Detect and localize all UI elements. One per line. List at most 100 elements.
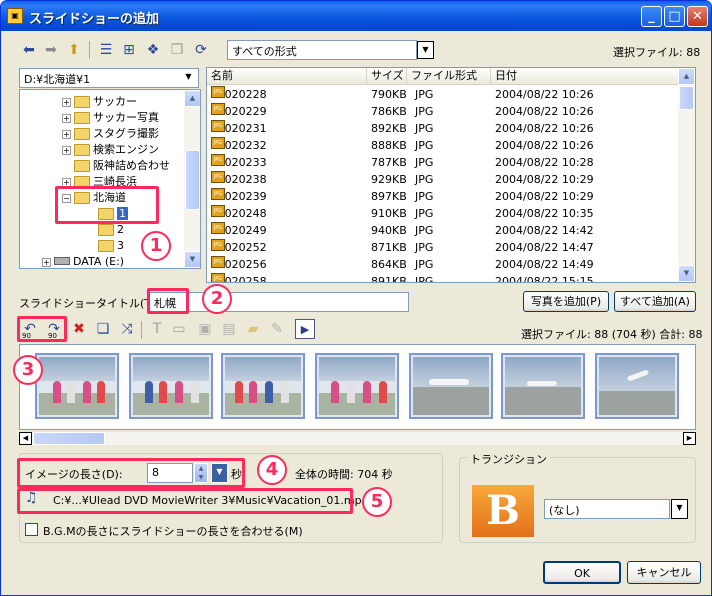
add-photo-button[interactable]: 写真を追加(P) — [523, 291, 609, 312]
tree-item-data-drive[interactable]: + DATA (E:) — [42, 254, 124, 268]
play-icon[interactable]: ▶ — [295, 319, 315, 339]
cell-size-text: 790KB — [371, 88, 407, 101]
delete-icon[interactable]: ✖ — [69, 319, 89, 339]
expand-icon[interactable]: + — [42, 257, 51, 267]
cell-date: 2004/08/22 10:26 — [495, 137, 594, 154]
table-row[interactable]: JPG P1020248 910KB JPG 2004/08/22 10:35 — [207, 205, 677, 222]
crop-icon[interactable]: ▣ — [195, 319, 215, 339]
cell-size-text: 787KB — [371, 156, 407, 169]
table-row[interactable]: JPG P1020238 929KB JPG 2004/08/22 10:29 — [207, 171, 677, 188]
view-thumbnail-icon[interactable]: ❖ — [143, 40, 163, 60]
cell-date: 2004/08/22 14:42 — [495, 222, 594, 239]
forward-arrow-icon[interactable]: ➡ — [41, 40, 61, 60]
scroll-up-icon[interactable]: ▲ — [678, 68, 695, 85]
table-row[interactable]: JPG P1020232 888KB JPG 2004/08/22 10:26 — [207, 137, 677, 154]
expand-icon[interactable]: + — [62, 97, 71, 107]
slide-thumbnail[interactable] — [315, 353, 399, 419]
column-header-name[interactable]: 名前 — [207, 68, 367, 85]
table-row[interactable]: JPG P1020258 891KB JPG 2004/08/22 15:15 — [207, 273, 677, 282]
slide-thumbnail[interactable] — [35, 353, 119, 419]
slide-thumbnail[interactable] — [221, 353, 305, 419]
pan-zoom-icon[interactable]: ✎ — [267, 319, 287, 339]
tree-item-soccer[interactable]: + サッカー — [62, 94, 137, 110]
view-list-icon[interactable]: ☰ — [96, 40, 116, 60]
slide-thumbnail[interactable] — [501, 353, 585, 419]
up-folder-icon[interactable]: ⬆ — [64, 40, 84, 60]
expand-icon[interactable]: + — [62, 145, 71, 155]
column-header-size[interactable]: サイズ — [367, 68, 407, 85]
cancel-button[interactable]: キャンセル — [627, 561, 701, 584]
view-tree-icon[interactable]: ⊞ — [119, 40, 139, 60]
file-list[interactable]: 名前 サイズ ファイル形式 日付 JPG P1020228 790KB JPG 2004… — [206, 67, 696, 283]
cell-date: 2004/08/22 10:29 — [495, 188, 594, 205]
scroll-thumb[interactable] — [185, 150, 200, 210]
folder-icon[interactable]: ▰ — [243, 319, 263, 339]
back-arrow-icon[interactable]: ⬅ — [19, 40, 39, 60]
slide-thumbnail[interactable] — [595, 353, 679, 419]
slideshow-strip-scrollbar[interactable]: ◀ ▶ — [19, 432, 696, 445]
column-header-date[interactable]: 日付 — [491, 68, 679, 85]
table-row[interactable]: JPG P1020249 940KB JPG 2004/08/22 14:42 — [207, 222, 677, 239]
table-row[interactable]: JPG P1020239 897KB JPG 2004/08/22 10:29 — [207, 188, 677, 205]
refresh-icon[interactable]: ⟳ — [191, 40, 211, 60]
cell-date: 2004/08/22 10:29 — [495, 171, 594, 188]
scroll-left-icon[interactable]: ◀ — [19, 432, 32, 445]
tree-item-2[interactable]: 2 — [98, 222, 124, 238]
shuffle-icon[interactable]: ⤨ — [117, 319, 137, 339]
folder-tree-scrollbar[interactable]: ▲ ▼ — [184, 90, 200, 268]
minimize-button[interactable]: _ — [641, 6, 662, 27]
copy-icon[interactable]: ❐ — [167, 40, 187, 60]
folder-path-select[interactable]: D:¥北海道¥1 — [19, 68, 199, 88]
cell-size: 929KB — [371, 171, 407, 188]
scroll-down-icon[interactable]: ▼ — [678, 265, 695, 282]
highlight-box-title — [147, 288, 189, 314]
scroll-down-icon[interactable]: ▼ — [184, 251, 200, 268]
table-row[interactable]: JPG P1020229 786KB JPG 2004/08/22 10:26 — [207, 103, 677, 120]
format-filter-value: すべての形式 — [232, 45, 297, 58]
table-row[interactable]: JPG P1020228 790KB JPG 2004/08/22 10:26 — [207, 86, 677, 103]
cell-type-text: JPG — [415, 207, 434, 220]
table-row[interactable]: JPG P1020233 787KB JPG 2004/08/22 10:28 — [207, 154, 677, 171]
caption-icon[interactable]: ▭ — [169, 319, 189, 339]
expand-icon[interactable]: + — [62, 113, 71, 123]
enhance-icon[interactable]: ▤ — [219, 319, 239, 339]
slide-thumbnail[interactable] — [409, 353, 493, 419]
format-filter-select[interactable]: すべての形式 — [227, 40, 417, 60]
text-icon[interactable]: T — [147, 319, 167, 339]
slide-thumbnail[interactable] — [129, 353, 213, 419]
scroll-thumb[interactable] — [33, 432, 105, 445]
tree-item-stagra[interactable]: + スタグラ撮影 — [62, 126, 159, 142]
duplicate-icon[interactable]: ❏ — [93, 319, 113, 339]
transition-group-label: トランジション — [467, 451, 550, 467]
expand-icon[interactable]: + — [62, 129, 71, 139]
scroll-thumb[interactable] — [679, 86, 694, 110]
file-list-scrollbar[interactable]: ▲ ▼ — [678, 68, 695, 282]
chevron-down-icon[interactable]: ▼ — [180, 69, 197, 87]
tree-item-label: サッカー — [93, 95, 137, 108]
table-row[interactable]: JPG P1020252 871KB JPG 2004/08/22 14:47 — [207, 239, 677, 256]
tree-item-3[interactable]: 3 — [98, 238, 124, 254]
tree-item-hanshin[interactable]: 阪神詰め合わせ — [74, 158, 170, 174]
ok-button[interactable]: OK — [543, 561, 621, 584]
maximize-button[interactable]: □ — [664, 6, 685, 27]
transition-select[interactable]: (なし) — [544, 499, 670, 519]
close-button[interactable]: ✕ — [687, 6, 708, 27]
chevron-down-icon[interactable]: ▼ — [671, 499, 688, 519]
cell-name: JPG P1020238 — [211, 171, 267, 188]
scroll-right-icon[interactable]: ▶ — [683, 432, 696, 445]
table-row[interactable]: JPG P1020231 892KB JPG 2004/08/22 10:26 — [207, 120, 677, 137]
tree-item-soccer-photos[interactable]: + サッカー写真 — [62, 110, 159, 126]
title-bar[interactable]: ▣ スライドショーの追加 _ □ ✕ — [1, 1, 711, 31]
folder-tree[interactable]: + サッカー + サッカー写真 + スタグラ撮影 + 検索エンジン 阪神詰め合わせ + 三… — [19, 89, 201, 269]
annotation-badge-2: 2 — [202, 284, 232, 314]
cell-type: JPG — [415, 86, 433, 103]
table-row[interactable]: JPG P1020256 864KB JPG 2004/08/22 14:49 — [207, 256, 677, 273]
bgm-fit-checkbox[interactable] — [25, 523, 38, 536]
app-icon: ▣ — [7, 8, 23, 24]
column-header-type[interactable]: ファイル形式 — [407, 68, 491, 85]
tree-item-search-engine[interactable]: + 検索エンジン — [62, 142, 159, 158]
scroll-up-icon[interactable]: ▲ — [184, 90, 200, 107]
jpg-file-icon: JPG — [211, 137, 225, 149]
chevron-down-icon[interactable]: ▼ — [417, 41, 434, 59]
add-all-button[interactable]: すべて追加(A) — [614, 291, 696, 312]
